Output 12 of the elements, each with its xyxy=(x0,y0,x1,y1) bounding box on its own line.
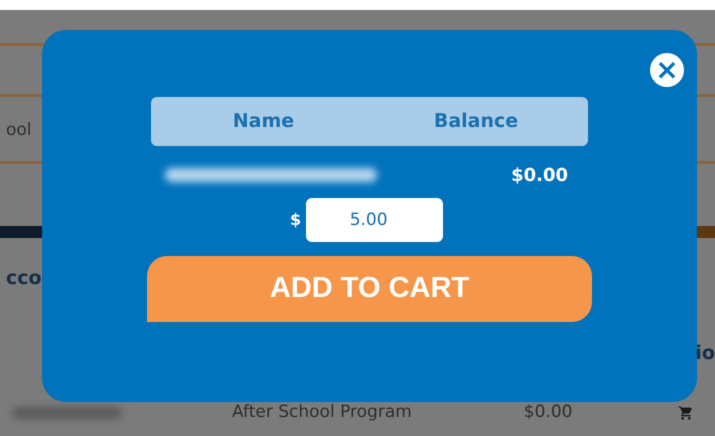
background-text: cco xyxy=(6,266,42,291)
currency-symbol: $ xyxy=(290,209,302,231)
column-header: Balance xyxy=(432,109,520,134)
background-text: io xyxy=(695,340,715,366)
background-text: ool xyxy=(6,119,32,142)
balance-value: $0.00 xyxy=(511,164,568,188)
close-button[interactable]: × xyxy=(650,53,684,87)
program-cell-text: After School Program xyxy=(232,401,412,424)
column-header: Name xyxy=(232,109,296,134)
amount-cell-text: $0.00 xyxy=(524,401,572,424)
amount-input[interactable]: 5.00 xyxy=(306,198,444,242)
cart-icon[interactable] xyxy=(678,405,694,421)
